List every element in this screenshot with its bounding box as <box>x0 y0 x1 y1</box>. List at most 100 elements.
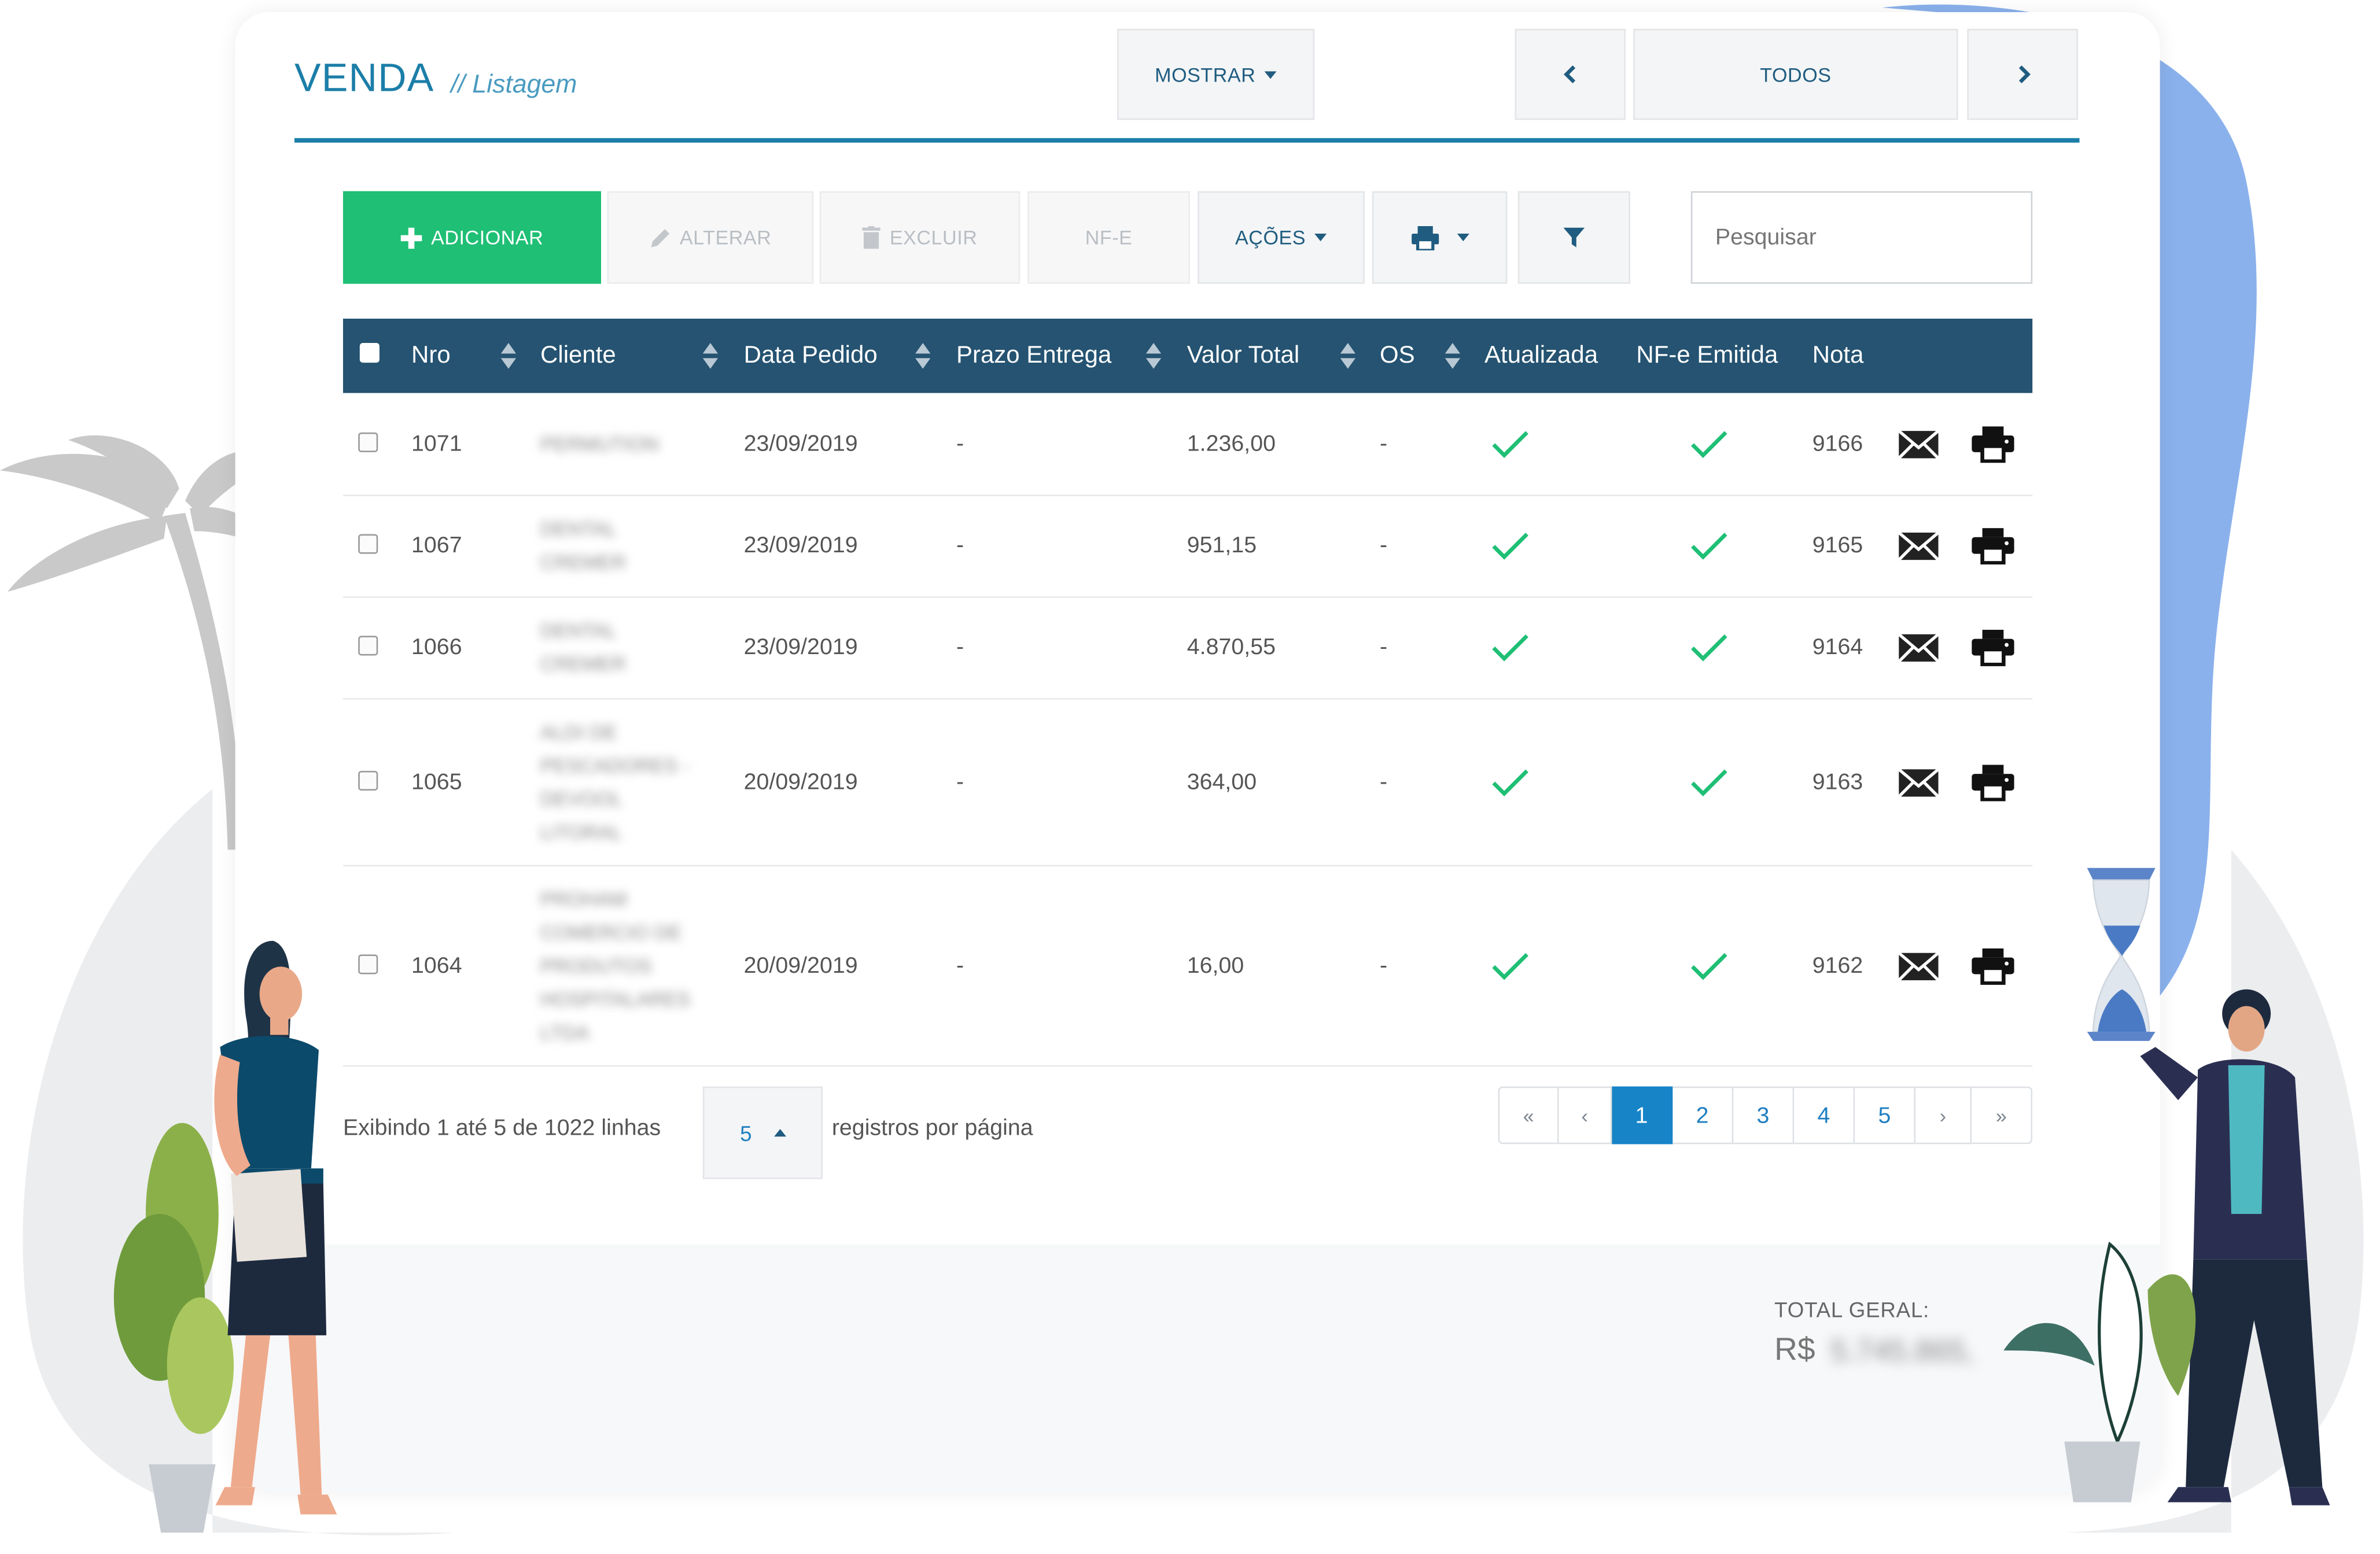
cliente-line: DEVOOL <box>540 787 623 810</box>
cell-valor-total: 364,00 <box>1187 768 1257 795</box>
cliente-line: LTDA <box>540 1020 590 1043</box>
column-cliente[interactable]: Cliente <box>540 319 616 393</box>
cell-prazo-entrega: - <box>956 634 964 660</box>
search-input[interactable] <box>1690 191 2033 284</box>
page-link[interactable]: › <box>1915 1086 1972 1145</box>
cliente-line: DENTAL <box>540 619 617 642</box>
cell-data-pedido: 20/09/2019 <box>743 952 858 979</box>
cell-prazo-entrega: - <box>956 952 964 979</box>
table-row[interactable]: 1066 DENTAL CREMER 23/09/2019 - 4.870,55 - 9164 <box>342 596 2033 700</box>
check-icon <box>1491 531 1530 569</box>
column-valor-total[interactable]: Valor Total <box>1187 319 1299 393</box>
row-checkbox[interactable] <box>358 770 378 790</box>
check-icon <box>1689 951 1729 989</box>
nfe-button[interactable]: NF-E <box>1027 191 1191 284</box>
cliente-line: ALDI DE <box>540 719 617 743</box>
cell-data-pedido: 23/09/2019 <box>743 634 858 660</box>
cliente-line: HOSPITALARES <box>540 987 691 1010</box>
cell-data-pedido: 23/09/2019 <box>743 532 858 559</box>
period-filter-button[interactable]: TODOS <box>1633 28 1958 120</box>
sort-icon[interactable] <box>1340 342 1356 370</box>
column-nro[interactable]: Nro <box>411 319 451 393</box>
cell-cliente: ALDI DE PESCADORES - DEVOOL LITORAL <box>540 715 690 849</box>
show-dropdown-button[interactable]: MOSTRAR <box>1117 28 1315 120</box>
filter-button[interactable] <box>1517 191 1630 284</box>
page-link[interactable]: « <box>1498 1086 1559 1145</box>
print-icon[interactable] <box>1972 629 2014 674</box>
prev-period-button[interactable] <box>1515 28 1626 120</box>
caret-up-icon <box>773 1129 786 1137</box>
column-nota[interactable]: Nota <box>1812 319 1864 393</box>
select-all-checkbox[interactable] <box>359 342 380 363</box>
email-icon[interactable] <box>1898 531 1940 569</box>
filter-icon <box>1563 227 1585 247</box>
print-icon[interactable] <box>1972 764 2014 808</box>
sort-icon[interactable] <box>1145 342 1162 370</box>
sort-icon[interactable] <box>915 342 931 370</box>
column-os[interactable]: OS <box>1380 319 1415 393</box>
cell-valor-total: 4.870,55 <box>1187 634 1276 660</box>
page-link[interactable]: 3 <box>1733 1086 1795 1145</box>
sort-icon[interactable] <box>1445 342 1461 370</box>
cell-valor-total: 951,15 <box>1187 532 1257 559</box>
row-checkbox[interactable] <box>358 534 378 554</box>
table-row[interactable]: 1065 ALDI DE PESCADORES - DEVOOL LITORAL 20/0… <box>342 698 2033 867</box>
showing-info: Exibindo 1 até 5 de 1022 linhas <box>342 1115 661 1142</box>
print-icon[interactable] <box>1972 426 2014 470</box>
page-title: VENDA <box>294 54 434 101</box>
print-dropdown-button[interactable] <box>1372 191 1508 284</box>
table-row[interactable]: 1067 DENTAL CREMER 23/09/2019 - 951,15 - 9165 <box>342 494 2033 598</box>
page-link[interactable]: 5 <box>1855 1086 1916 1145</box>
check-icon <box>1689 531 1729 569</box>
cell-cliente: DENTAL CREMER <box>540 513 626 579</box>
cell-nota: 9163 <box>1812 768 1863 795</box>
cell-os: - <box>1379 431 1388 457</box>
column-data-pedido[interactable]: Data Pedido <box>744 319 878 393</box>
check-icon <box>1491 951 1530 989</box>
column-prazo-entrega[interactable]: Prazo Entrega <box>956 319 1111 393</box>
page-link[interactable]: 4 <box>1794 1086 1855 1145</box>
page-subtitle: // Listagem <box>451 69 577 99</box>
cell-os: - <box>1379 952 1388 979</box>
page-link[interactable]: 2 <box>1672 1086 1734 1145</box>
print-icon[interactable] <box>1972 528 2014 572</box>
page-link[interactable]: 1 <box>1612 1086 1673 1145</box>
column-nfe-emitida[interactable]: NF-e Emitida <box>1636 319 1778 393</box>
delete-button[interactable]: EXCLUIR <box>819 191 1020 284</box>
row-checkbox[interactable] <box>358 432 378 452</box>
chevron-right-icon <box>2018 65 2030 84</box>
cell-nota: 9166 <box>1812 431 1863 457</box>
sort-icon[interactable] <box>500 342 517 370</box>
table-row[interactable]: 1071 PERMUTION 23/09/2019 - 1.236,00 - 9166 <box>342 393 2033 496</box>
email-icon[interactable] <box>1898 633 1940 671</box>
cell-nro: 1065 <box>411 768 462 795</box>
cell-valor-total: 16,00 <box>1187 952 1244 979</box>
caret-down-icon <box>1265 71 1277 79</box>
cliente-line: PERMUTION <box>540 432 659 456</box>
email-icon[interactable] <box>1898 951 1940 989</box>
plus-icon <box>400 227 422 248</box>
edit-button[interactable]: ALTERAR <box>607 191 814 284</box>
column-atualizada[interactable]: Atualizada <box>1484 319 1598 393</box>
cell-prazo-entrega: - <box>956 768 964 795</box>
pencil-icon <box>651 228 669 247</box>
cell-nota: 9165 <box>1812 532 1863 559</box>
woman-illustration-icon <box>113 940 337 1533</box>
table-row[interactable]: 1064 PROHAM COMERCIO DE PRODUTOS HOSPITALARE… <box>342 865 2033 1067</box>
sort-icon[interactable] <box>702 342 719 370</box>
check-icon <box>1689 767 1729 805</box>
cell-data-pedido: 20/09/2019 <box>743 768 858 795</box>
email-icon[interactable] <box>1898 430 1940 468</box>
actions-dropdown-button[interactable]: AÇÕES <box>1198 191 1365 284</box>
add-button[interactable]: ADICIONAR <box>342 191 602 284</box>
email-icon[interactable] <box>1898 767 1940 805</box>
next-period-button[interactable] <box>1967 28 2078 120</box>
page-size-select[interactable]: 5 <box>702 1086 823 1179</box>
row-checkbox[interactable] <box>358 636 378 656</box>
cell-nota: 9164 <box>1812 634 1863 660</box>
caret-down-icon <box>1456 234 1469 242</box>
cliente-line: CREMER <box>540 652 626 676</box>
cell-valor-total: 1.236,00 <box>1187 431 1276 457</box>
page-link[interactable]: ‹ <box>1559 1086 1612 1145</box>
cliente-line: DENTAL <box>540 517 617 541</box>
